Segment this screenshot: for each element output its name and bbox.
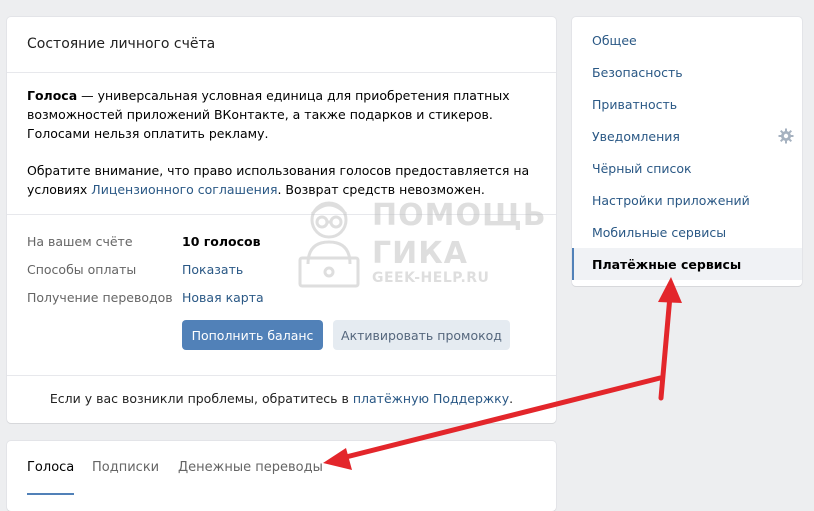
watermark-line2: ГИКА [372,236,468,271]
sidebar-item-label: Платёжные сервисы [592,256,742,272]
votes-term: Голоса [27,88,78,103]
history-tabs-card: Голоса Подписки Денежные переводы [7,441,556,511]
tab-subscriptions[interactable]: Подписки [92,460,159,475]
sidebar-item-privacy[interactable]: Приватность [572,88,802,120]
sidebar-item-general[interactable]: Общее [572,24,802,56]
arrow-icon [658,293,673,401]
sidebar-item-label: Приватность [592,96,678,112]
license-agreement-link[interactable]: Лицензионного соглашения [91,182,277,197]
settings-sidebar: Общее Безопасность Приватность Уведомлен… [572,17,802,286]
sidebar-item-label: Общее [592,32,637,48]
divider [7,375,556,376]
show-payment-methods-link[interactable]: Показать [182,262,243,277]
card-header: Состояние личного счёта [7,17,556,73]
new-card-link[interactable]: Новая карта [182,290,264,305]
votes-description: Голоса — универсальная условная единица … [27,86,537,143]
payment-methods-label: Способы оплаты [27,262,137,277]
activate-promo-button[interactable]: Активировать промокод [333,320,510,350]
topup-balance-button[interactable]: Пополнить баланс [182,320,323,350]
support-note: Если у вас возникли проблемы, обратитесь… [7,391,556,406]
tab-money-transfers[interactable]: Денежные переводы [178,460,323,475]
watermark: ПОМОЩЬ ГИКА GEEK-HELP.RU [292,192,546,292]
sidebar-item-label: Настройки приложений [592,192,750,208]
gear-icon[interactable] [778,128,794,144]
tab-votes[interactable]: Голоса [27,460,74,475]
payment-support-link[interactable]: платёжную Поддержку [353,391,509,406]
sidebar-item-notifications[interactable]: Уведомления [572,120,802,152]
balance-label: На вашем счёте [27,234,133,249]
sidebar-item-app-settings[interactable]: Настройки приложений [572,184,802,216]
sidebar-item-blacklist[interactable]: Чёрный список [572,152,802,184]
watermark-line1: ПОМОЩЬ [372,198,547,233]
sidebar-item-mobile-services[interactable]: Мобильные сервисы [572,216,802,248]
page-title: Состояние личного счёта [27,36,216,52]
support-note-text: Если у вас возникли проблемы, обратитесь… [49,391,353,406]
mascot-icon [298,201,360,288]
sidebar-item-payment-services[interactable]: Платёжные сервисы [572,248,802,280]
support-note-end: . [509,391,514,406]
sidebar-item-label: Уведомления [592,128,680,144]
active-tab-indicator [27,493,74,495]
sidebar-item-label: Безопасность [592,64,683,80]
transfers-label: Получение переводов [27,290,173,305]
watermark-url: GEEK-HELP.RU [372,270,490,286]
votes-description-text: — универсальная условная единица для при… [27,88,510,141]
balance-value: 10 голосов [182,234,261,249]
sidebar-item-label: Мобильные сервисы [592,224,727,240]
sidebar-item-label: Чёрный список [592,160,692,176]
sidebar-item-security[interactable]: Безопасность [572,56,802,88]
